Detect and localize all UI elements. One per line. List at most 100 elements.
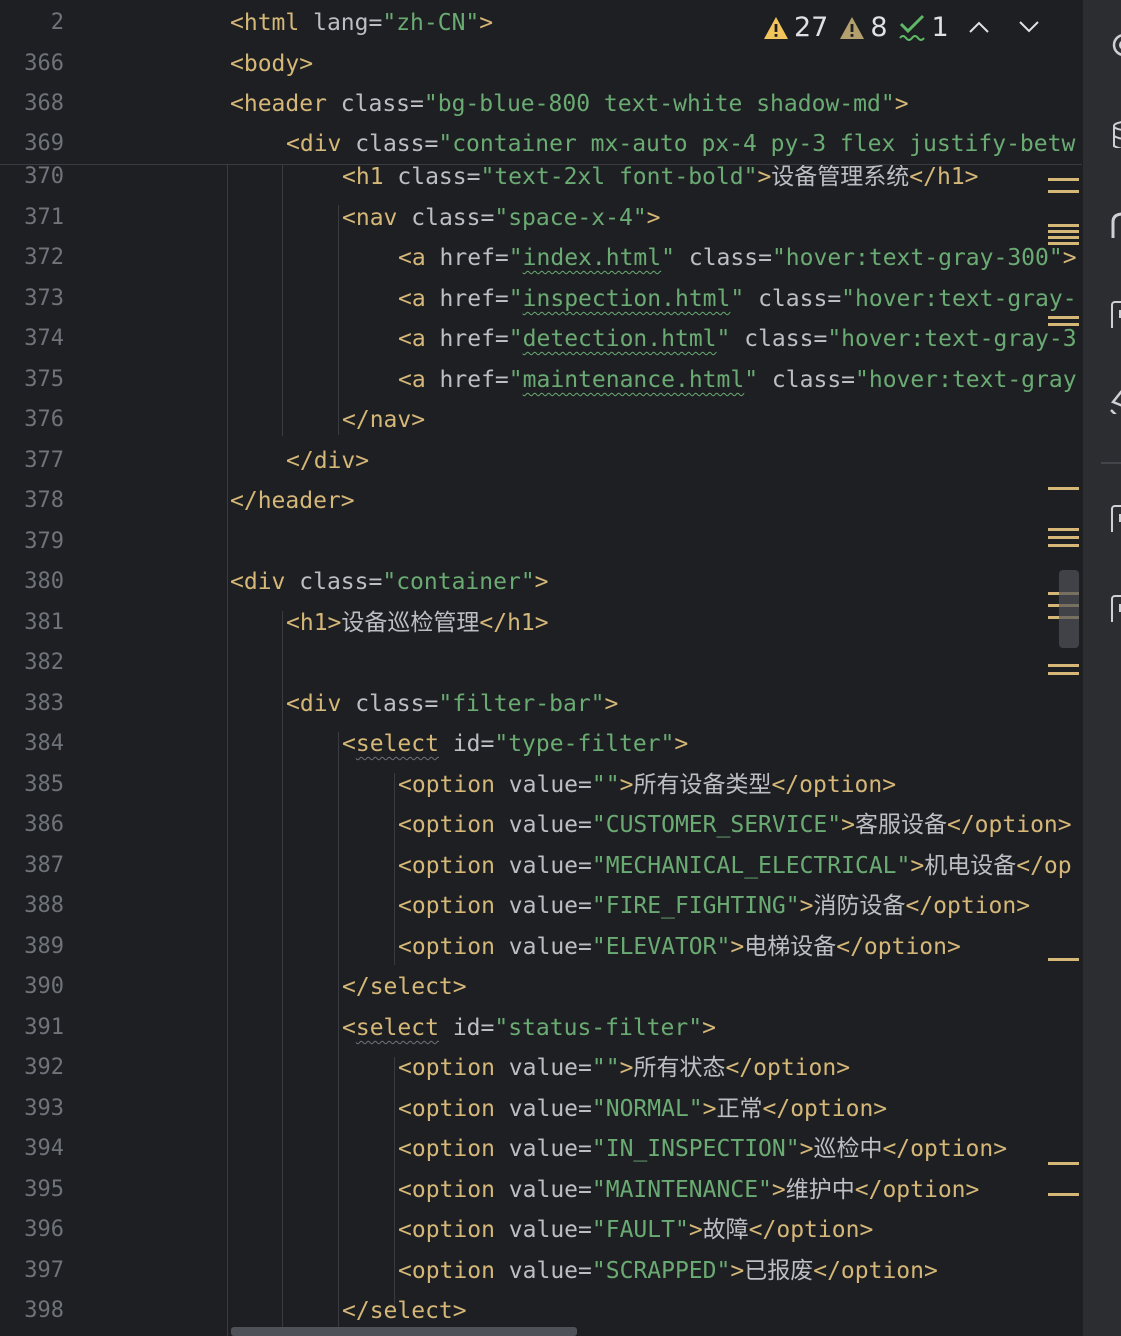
error-stripe-marker[interactable]: [1048, 958, 1079, 961]
code-line: <option value="">所有设备类型</option>: [398, 772, 897, 798]
line-number: 375: [24, 367, 64, 392]
plugin-icon[interactable]: [1107, 384, 1121, 414]
error-stripe-marker[interactable]: [1048, 316, 1079, 319]
code-line: <select id="type-filter">: [342, 731, 689, 757]
code-row[interactable]: 397 <option value="SCRAPPED">已报废</option…: [0, 1251, 1082, 1291]
line-number: 376: [24, 407, 64, 432]
code-row[interactable]: 381 <h1>设备巡检管理</h1>: [0, 603, 1082, 643]
code-line: <a href="detection.html" class="hover:te…: [398, 326, 1077, 352]
vertical-scrollbar-thumb[interactable]: [1059, 570, 1079, 648]
code-row[interactable]: 373 <a href="inspection.html" class="hov…: [0, 279, 1082, 319]
code-line: <option value="SCRAPPED">已报废</option>: [398, 1258, 938, 1284]
line-number: 371: [24, 205, 64, 230]
code-row[interactable]: 390 </select>: [0, 967, 1082, 1007]
error-stripe-marker[interactable]: [1048, 323, 1079, 326]
code-line: <nav class="space-x-4">: [342, 205, 661, 231]
warnings-count: 8: [870, 12, 888, 43]
code-line: <a href="maintenance.html" class="hover:…: [398, 367, 1077, 393]
code-row[interactable]: 374 <a href="detection.html" class="hove…: [0, 319, 1082, 359]
sticky-line[interactable]: 366 <body>: [0, 44, 1082, 84]
code-line: <a href="inspection.html" class="hover:t…: [398, 286, 1077, 312]
line-number: 374: [24, 326, 64, 351]
code-row[interactable]: 392 <option value="">所有状态</option>: [0, 1048, 1082, 1088]
inspection-widget[interactable]: 27 8 1: [762, 12, 1049, 43]
line-number: 379: [24, 529, 64, 554]
error-stripe-marker[interactable]: [1048, 230, 1079, 233]
code-row[interactable]: 396 <option value="FAULT">故障</option>: [0, 1210, 1082, 1250]
warning-icon: [764, 16, 788, 39]
structure-icon[interactable]: [1107, 502, 1121, 532]
remote-icon[interactable]: [1107, 208, 1121, 238]
chevron-down-icon[interactable]: [1009, 15, 1049, 40]
code-row[interactable]: 398 </select>: [0, 1291, 1082, 1331]
sticky-line[interactable]: 369 <div class="container mx-auto px-4 p…: [0, 124, 1082, 164]
sticky-line[interactable]: 368 <header class="bg-blue-800 text-whit…: [0, 84, 1082, 124]
line-number: 396: [24, 1217, 64, 1242]
error-stripe-marker[interactable]: [1048, 664, 1079, 667]
horizontal-scrollbar-thumb[interactable]: [231, 1327, 577, 1336]
code-line: </select>: [342, 1298, 467, 1324]
code-row[interactable]: 382: [0, 643, 1082, 683]
chevron-up-icon[interactable]: [959, 15, 999, 40]
line-number: 389: [24, 934, 64, 959]
error-stripe-marker[interactable]: [1048, 1162, 1079, 1165]
errors-count: 27: [794, 12, 829, 43]
line-number: 394: [24, 1136, 64, 1161]
code-row[interactable]: 384 <select id="type-filter">: [0, 724, 1082, 764]
code-row[interactable]: 371 <nav class="space-x-4">: [0, 198, 1082, 238]
typos-count: 1: [931, 12, 949, 43]
error-stripe-marker[interactable]: [1048, 242, 1079, 245]
code-row[interactable]: 383 <div class="filter-bar">: [0, 684, 1082, 724]
code-line: <body>: [230, 51, 314, 77]
error-stripe-marker[interactable]: [1048, 544, 1079, 547]
error-stripe-marker[interactable]: [1048, 672, 1079, 675]
code-editor[interactable]: 2 <html lang="zh-CN"> 366 <body> 368 <he…: [0, 0, 1082, 1336]
bookmarks-icon[interactable]: [1107, 592, 1121, 622]
code-row[interactable]: 379: [0, 522, 1082, 562]
code-line: <option value="NORMAL">正常</option>: [398, 1096, 888, 1122]
code-row[interactable]: 385 <option value="">所有设备类型</option>: [0, 765, 1082, 805]
code-row[interactable]: 393 <option value="NORMAL">正常</option>: [0, 1089, 1082, 1129]
notifications-icon[interactable]: [1107, 298, 1121, 328]
ai-assistant-icon[interactable]: [1107, 30, 1121, 60]
code-row[interactable]: 376 </nav>: [0, 400, 1082, 440]
line-number: 381: [24, 610, 64, 635]
error-stripe-marker[interactable]: [1048, 487, 1079, 490]
weak-warning-icon: [840, 16, 865, 39]
error-stripe-marker[interactable]: [1048, 178, 1079, 181]
code-row[interactable]: 391 <select id="status-filter">: [0, 1008, 1082, 1048]
line-number: 392: [24, 1055, 64, 1080]
code-row[interactable]: 386 <option value="CUSTOMER_SERVICE">客服设…: [0, 805, 1082, 845]
errors-indicator[interactable]: 27: [762, 12, 828, 43]
code-line: <option value="MECHANICAL_ELECTRICAL">机电…: [398, 853, 1072, 879]
code-row[interactable]: 395 <option value="MAINTENANCE">维护中</opt…: [0, 1170, 1082, 1210]
error-stripe-marker[interactable]: [1048, 224, 1079, 227]
database-icon[interactable]: [1107, 118, 1121, 148]
error-stripe-marker[interactable]: [1048, 536, 1079, 539]
code-row[interactable]: 394 <option value="IN_INSPECTION">巡检中</o…: [0, 1129, 1082, 1169]
line-number: 383: [24, 691, 64, 716]
code-row[interactable]: 387 <option value="MECHANICAL_ELECTRICAL…: [0, 846, 1082, 886]
error-stripe-marker[interactable]: [1048, 236, 1079, 239]
code-line: <html lang="zh-CN">: [230, 10, 494, 36]
code-row[interactable]: 377 </div>: [0, 441, 1082, 481]
error-stripe-marker[interactable]: [1048, 1193, 1079, 1196]
code-row[interactable]: 378 </header>: [0, 481, 1082, 521]
line-number: 395: [24, 1177, 64, 1202]
code-row[interactable]: 375 <a href="maintenance.html" class="ho…: [0, 360, 1082, 400]
code-line: <option value="CUSTOMER_SERVICE">客服设备</o…: [398, 812, 1072, 838]
line-number: 388: [24, 893, 64, 918]
error-stripe-marker[interactable]: [1048, 528, 1079, 531]
code-row[interactable]: 388 <option value="FIRE_FIGHTING">消防设备</…: [0, 886, 1082, 926]
line-number: 393: [24, 1096, 64, 1121]
code-row[interactable]: 380 <div class="container">: [0, 562, 1082, 602]
toolbar-separator: [1101, 462, 1121, 464]
code-row[interactable]: 389 <option value="ELEVATOR">电梯设备</optio…: [0, 927, 1082, 967]
code-line: </header>: [230, 488, 355, 514]
typos-indicator[interactable]: 1: [898, 12, 949, 43]
warnings-indicator[interactable]: 8: [838, 12, 888, 43]
code-line: <div class="container">: [230, 569, 549, 595]
line-number: 387: [24, 853, 64, 878]
error-stripe-marker[interactable]: [1048, 190, 1079, 193]
code-row[interactable]: 372 <a href="index.html" class="hover:te…: [0, 238, 1082, 278]
